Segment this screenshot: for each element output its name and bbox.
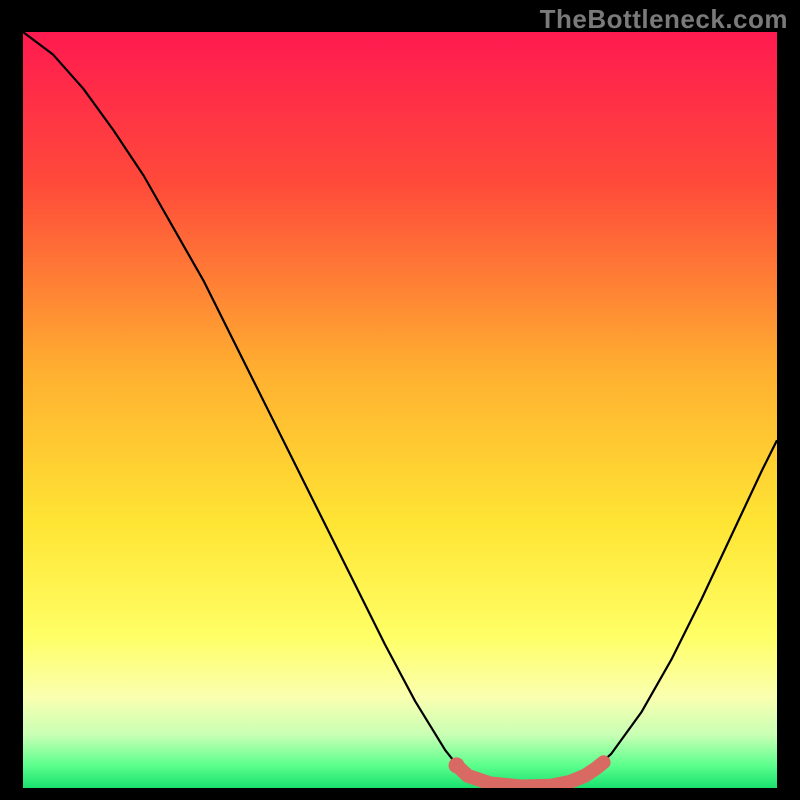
- chart-frame: TheBottleneck.com: [0, 0, 800, 800]
- chart-plot-area: [23, 32, 777, 788]
- watermark-text: TheBottleneck.com: [540, 4, 788, 35]
- optimal-marker: [449, 757, 465, 773]
- chart-svg: [23, 32, 777, 788]
